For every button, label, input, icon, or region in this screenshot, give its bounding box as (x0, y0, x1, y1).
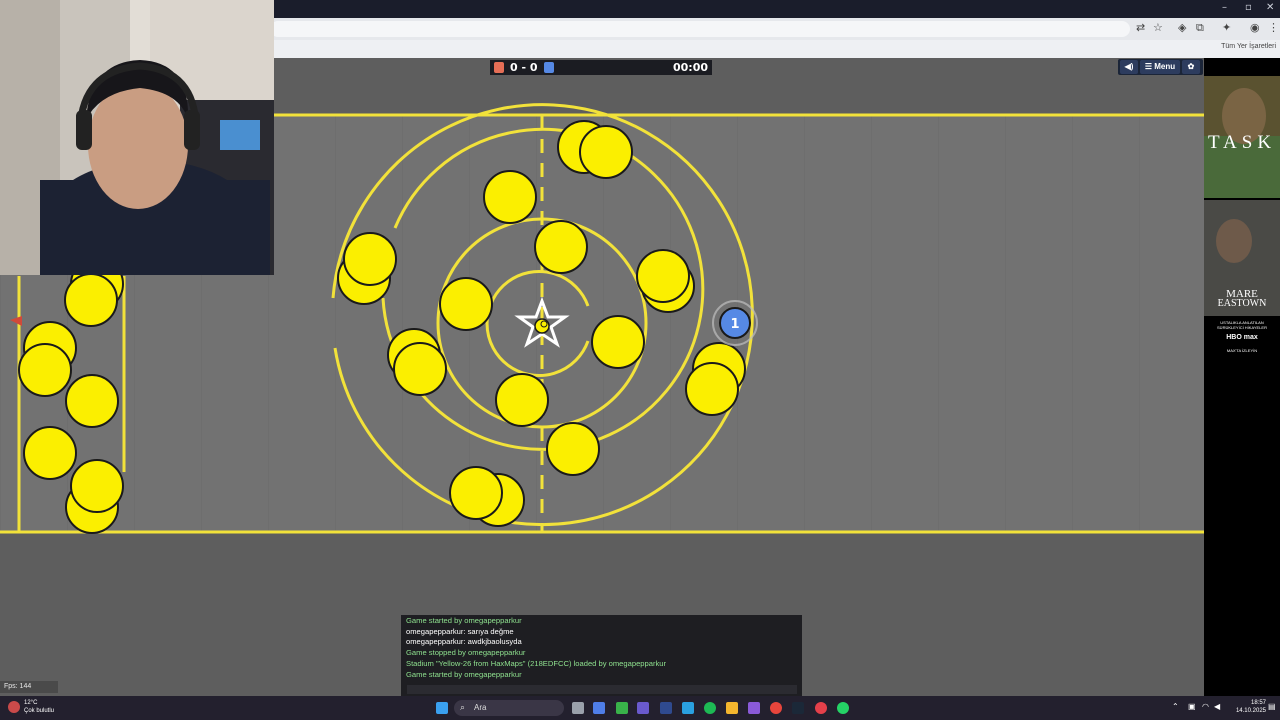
chat-line: Stadium "Yellow-26 from HaxMaps" (218EDF… (406, 658, 667, 668)
volume-icon[interactable]: ◀ (1214, 702, 1220, 711)
weather-desc: Çok bulutlu (24, 708, 55, 714)
translate-icon[interactable]: ⇄ (1136, 21, 1145, 34)
notification-icon[interactable]: ▤ (1268, 702, 1276, 711)
close-icon[interactable]: ✕ (1266, 2, 1274, 13)
wifi-icon[interactable]: ◠ (1202, 702, 1209, 711)
gear-icon: ✿ (1187, 62, 1195, 71)
scoreboard: 0 - 0 00:00 (490, 60, 712, 75)
ad-line-2: SÜRÜKLEYİCİ HİKAYELER (1217, 325, 1267, 330)
shield-icon[interactable]: ◈ (1178, 21, 1186, 34)
chat-line: omegapepparkur: sarıya değme (406, 626, 514, 636)
ad-title-task: TASK (1207, 132, 1277, 153)
store-icon[interactable] (660, 702, 672, 714)
sound-button[interactable]: ◀) (1120, 60, 1138, 74)
chat-line: Game started by omegapepparkur (406, 669, 522, 679)
start-windows-icon[interactable] (436, 702, 448, 714)
search-icon: ⌕ (460, 702, 466, 712)
steam-icon[interactable] (792, 702, 804, 714)
weather-widget[interactable]: 12°C Çok bulutlu (24, 699, 54, 715)
xbox-icon[interactable] (616, 702, 628, 714)
bookmark-star-icon[interactable]: ☆ (1153, 21, 1163, 34)
taskbar-search[interactable]: ⌕ Ara (454, 700, 564, 716)
file-explorer-icon[interactable] (726, 702, 738, 714)
tray-app-icon[interactable]: ▣ (1188, 702, 1196, 711)
taskbar: 12°C Çok bulutlu ⌕ Ara ⌃ ▣ ◠ ◀ 18:57 14.… (0, 696, 1280, 720)
clock[interactable]: 18:57 14.10.2025 (1226, 699, 1266, 715)
ad-sidebar: TASK MARE EASTOWN USTALIKLA ANLATILAN SÜ… (1204, 58, 1280, 696)
copilot-icon[interactable] (593, 702, 605, 714)
minimize-icon[interactable]: – (1222, 2, 1227, 13)
menu-button[interactable]: ☰ Menu (1140, 60, 1180, 74)
chat-line: Game stopped by omegapepparkur (406, 648, 526, 658)
opera-icon[interactable] (815, 702, 827, 714)
discord-icon[interactable] (748, 702, 760, 714)
settings-button[interactable]: ✿ (1182, 60, 1200, 74)
extensions-icon[interactable]: ⧉ (1196, 21, 1204, 35)
ad-subtitle: MAX'TA İZLEYİN (1226, 348, 1258, 353)
profile-avatar-icon[interactable]: ◉ (1250, 21, 1260, 34)
blue-team-icon (544, 62, 554, 73)
chrome-icon[interactable] (770, 702, 782, 714)
clock-time: 18:57 (1250, 700, 1266, 706)
chat-line: Game started by omegapepparkur (406, 616, 522, 625)
spotify-icon[interactable] (704, 702, 716, 714)
more-menu-icon[interactable]: ⋮ (1268, 21, 1279, 34)
fps-counter: Fps: 144 (0, 681, 58, 693)
chat-box: Game started by omegapepparkur omegapeppa… (401, 615, 802, 697)
maximize-icon[interactable]: ▫ (1245, 2, 1252, 13)
url-input[interactable] (270, 21, 1130, 37)
ad-brand-logo: HBO max (1226, 334, 1258, 341)
score-text: 0 - 0 (510, 61, 538, 74)
all-bookmarks-link[interactable]: Tüm Yer İşaretleri (1221, 43, 1276, 50)
player-number: 1 (730, 317, 739, 332)
chat-input[interactable] (407, 685, 797, 694)
teams-icon[interactable] (637, 702, 649, 714)
ad-title-eastown: EASTOWN (1217, 298, 1267, 309)
speaker-icon: ◀) (1124, 62, 1134, 71)
tray-chevron-icon[interactable]: ⌃ (1172, 702, 1179, 711)
clock-date: 14.10.2025 (1235, 708, 1266, 714)
chat-line: omegapepparkur: awdkjbaolusyda (406, 637, 522, 647)
red-team-icon (494, 62, 504, 73)
match-timer: 00:00 (672, 61, 708, 74)
weather-temp: 12°C (24, 700, 38, 706)
game-controls: ◀) ☰ Menu ✿ (1118, 59, 1203, 75)
photos-icon[interactable] (682, 702, 694, 714)
chat-log: Game started by omegapepparkur omegapeppa… (401, 616, 802, 680)
player-disc: 1 (712, 300, 758, 346)
weather-icon (8, 701, 20, 713)
whatsapp-icon[interactable] (837, 702, 849, 714)
task-view-icon[interactable] (572, 702, 584, 714)
search-placeholder: Ara (474, 703, 487, 712)
webcam-overlay (0, 0, 274, 275)
pin-icon[interactable]: ✦ (1222, 21, 1231, 34)
